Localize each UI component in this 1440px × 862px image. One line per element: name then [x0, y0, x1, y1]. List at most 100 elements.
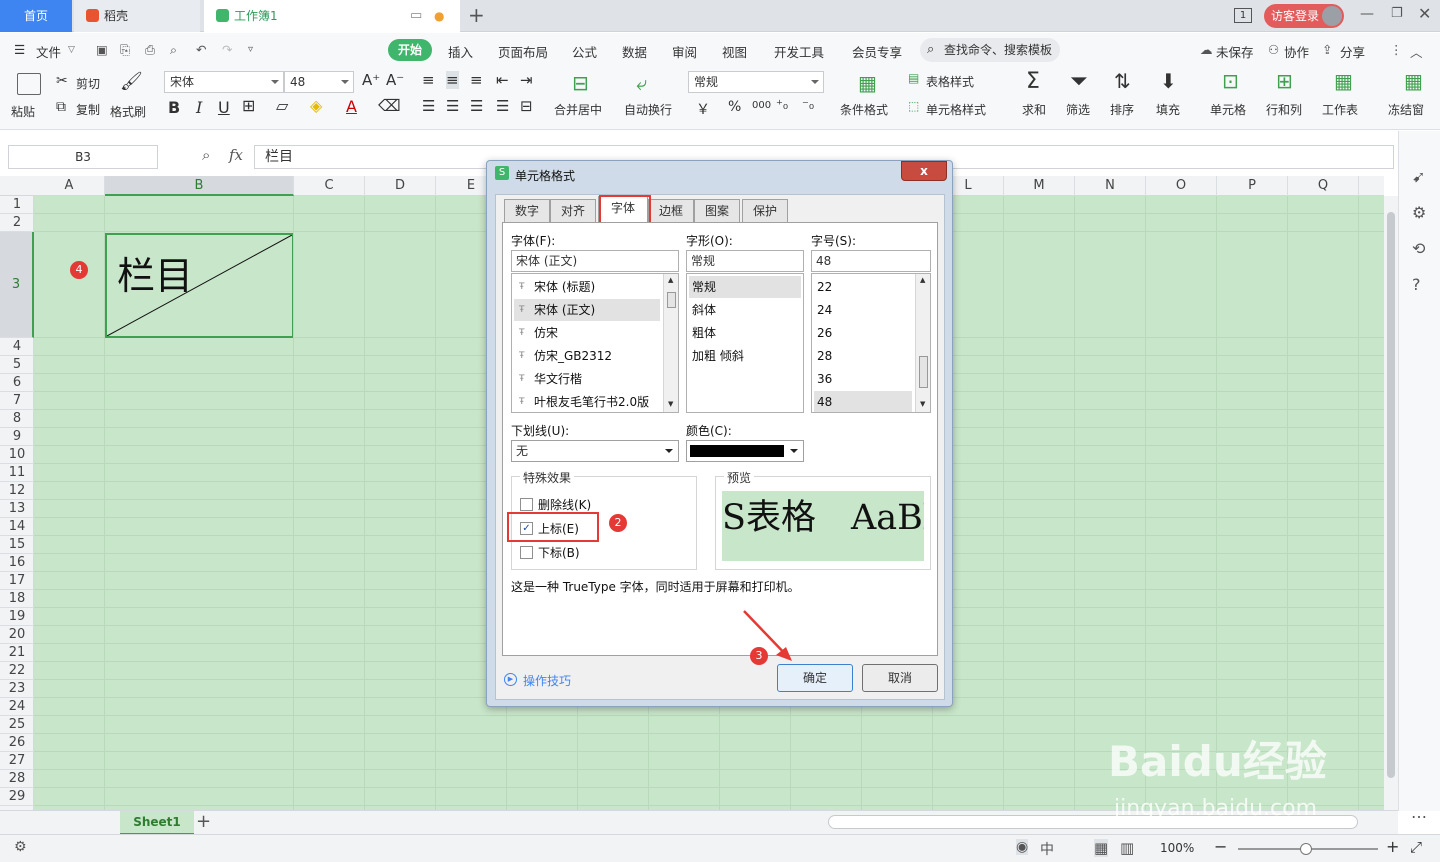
list-item[interactable]: 48: [814, 391, 912, 412]
cut-button[interactable]: 剪切: [76, 75, 100, 92]
help-icon[interactable]: ?: [1412, 275, 1421, 294]
fill-format-icon[interactable]: ▱: [276, 96, 288, 115]
row-header-14[interactable]: 14: [0, 518, 34, 536]
currency-button[interactable]: ￥: [696, 99, 710, 119]
row-header-5[interactable]: 5: [0, 356, 34, 374]
format-painter-button[interactable]: 格式刷: [110, 103, 146, 120]
column-header-c[interactable]: C: [294, 176, 365, 196]
eraser-icon[interactable]: ⌫: [378, 96, 401, 115]
copy-button[interactable]: 复制: [76, 101, 100, 118]
wrap-text-button[interactable]: 自动换行: [624, 101, 672, 118]
monitor-icon[interactable]: ▭: [410, 0, 422, 32]
vertical-scrollbar[interactable]: [1384, 196, 1398, 810]
row-header-26[interactable]: 26: [0, 734, 34, 752]
font-listbox[interactable]: Ŧ 宋体 (标题) Ŧ 宋体 (正文) Ŧ 仿宋 Ŧ 仿宋_GB2312 Ŧ 华文行楷 Ŧ…: [511, 273, 679, 413]
new-tab-plus-icon[interactable]: +: [468, 3, 485, 27]
row-header-6[interactable]: 6: [0, 374, 34, 392]
list-item[interactable]: 28: [814, 345, 912, 367]
row-header-13[interactable]: 13: [0, 500, 34, 518]
page-count-badge[interactable]: 1: [1234, 8, 1252, 23]
cell-button[interactable]: 单元格: [1210, 101, 1246, 118]
print-icon[interactable]: ⎙: [145, 42, 155, 58]
customize-icon[interactable]: ▿: [248, 44, 253, 55]
row-header-21[interactable]: 21: [0, 644, 34, 662]
italic-button[interactable]: I: [196, 98, 202, 117]
name-box[interactable]: B3: [8, 145, 158, 169]
table-style-button[interactable]: 表格样式: [926, 73, 974, 90]
list-item[interactable]: 粗体: [689, 322, 801, 344]
macro-icon[interactable]: ⚙: [14, 839, 27, 855]
list-item[interactable]: 斜体: [689, 299, 801, 321]
column-header-p[interactable]: P: [1217, 176, 1288, 196]
tab-number[interactable]: 数字: [504, 199, 550, 223]
column-header-a[interactable]: A: [34, 176, 105, 196]
menu-start[interactable]: 开始: [388, 39, 432, 61]
more-dots-icon[interactable]: …: [1411, 803, 1427, 822]
cancel-button[interactable]: 取消: [862, 664, 938, 692]
size-combo[interactable]: 48: [284, 71, 354, 93]
menu-file[interactable]: 文件: [36, 42, 61, 61]
shrink-font-icon[interactable]: A⁻: [386, 71, 404, 89]
font-input[interactable]: 宋体 (正文): [511, 250, 679, 272]
freeze-button[interactable]: 冻结窗: [1388, 101, 1424, 118]
row-header-2[interactable]: 2: [0, 214, 34, 232]
tips-link[interactable]: 操作技巧: [523, 672, 571, 689]
row-header-10[interactable]: 10: [0, 446, 34, 464]
page-view-icon[interactable]: ▥: [1120, 839, 1134, 857]
command-search[interactable]: ⌕ 查找命令、搜索模板: [920, 38, 1060, 62]
collab-button[interactable]: 协作: [1284, 42, 1309, 61]
list-item[interactable]: Ŧ 宋体 (标题): [514, 276, 660, 298]
rowcol-button[interactable]: 行和列: [1266, 101, 1302, 118]
filter-button[interactable]: 筛选: [1066, 101, 1090, 118]
paste-icon[interactable]: [17, 73, 41, 95]
row-header-3[interactable]: 3: [0, 232, 34, 338]
row-header-18[interactable]: 18: [0, 590, 34, 608]
collapse-ribbon-icon[interactable]: ︿: [1410, 42, 1423, 61]
cell-style-button[interactable]: 单元格样式: [926, 101, 986, 118]
row-header-12[interactable]: 12: [0, 482, 34, 500]
tab-pattern[interactable]: 图案: [694, 199, 740, 223]
row-header-24[interactable]: 24: [0, 698, 34, 716]
row-header-11[interactable]: 11: [0, 464, 34, 482]
fill-color-icon[interactable]: ◈: [310, 96, 322, 115]
scroll-down-icon[interactable]: ▼: [668, 400, 673, 408]
border-icon[interactable]: ⊞: [242, 96, 255, 115]
cell-b3[interactable]: 栏目: [105, 233, 294, 338]
print-preview-icon[interactable]: ⌕: [170, 42, 177, 58]
scroll-down-icon[interactable]: ▼: [920, 400, 925, 408]
merge-center-button[interactable]: 合并居中: [554, 101, 602, 118]
properties-icon[interactable]: ⚙: [1412, 203, 1426, 222]
list-item[interactable]: 36: [814, 368, 912, 390]
menu-member[interactable]: 会员专享: [852, 42, 902, 61]
underline-select[interactable]: 无: [511, 440, 679, 462]
menu-developer[interactable]: 开发工具: [774, 42, 824, 61]
list-item[interactable]: 加粗 倾斜: [689, 345, 801, 367]
unsaved-button[interactable]: 未保存: [1216, 42, 1254, 61]
row-header-23[interactable]: 23: [0, 680, 34, 698]
cond-format-button[interactable]: 条件格式: [840, 101, 888, 118]
share-button[interactable]: 分享: [1340, 42, 1365, 61]
distribute-icon[interactable]: ⊟: [520, 97, 533, 115]
list-item[interactable]: Ŧ 仿宋: [514, 322, 660, 344]
row-header-19[interactable]: 19: [0, 608, 34, 626]
column-header-m[interactable]: M: [1004, 176, 1075, 196]
sort-button[interactable]: 排序: [1110, 101, 1134, 118]
minimize-icon[interactable]: —: [1360, 6, 1374, 22]
style-input[interactable]: 常规: [686, 250, 804, 272]
backup-icon[interactable]: ⟲: [1412, 239, 1425, 258]
restore-icon[interactable]: ❐: [1391, 6, 1403, 21]
bold-button[interactable]: B: [168, 98, 180, 117]
tab-workbook[interactable]: 工作簿1 ▭ ●: [204, 0, 460, 32]
list-item[interactable]: 常规: [689, 276, 801, 298]
row-header-1[interactable]: 1: [0, 196, 34, 214]
redo-icon[interactable]: ↷: [222, 42, 232, 57]
font-list-scrollbar[interactable]: ▲ ▼: [663, 274, 678, 412]
list-item[interactable]: Ŧ 仿宋_GB2312: [514, 345, 660, 367]
zoom-slider-thumb[interactable]: [1300, 843, 1312, 855]
column-header-o[interactable]: O: [1146, 176, 1217, 196]
size-input[interactable]: 48: [811, 250, 931, 272]
hamburger-icon[interactable]: ☰: [14, 42, 25, 57]
column-header-b[interactable]: B: [105, 176, 294, 196]
select-pointer-icon[interactable]: ➹: [1412, 167, 1425, 186]
list-item[interactable]: 22: [814, 276, 912, 298]
